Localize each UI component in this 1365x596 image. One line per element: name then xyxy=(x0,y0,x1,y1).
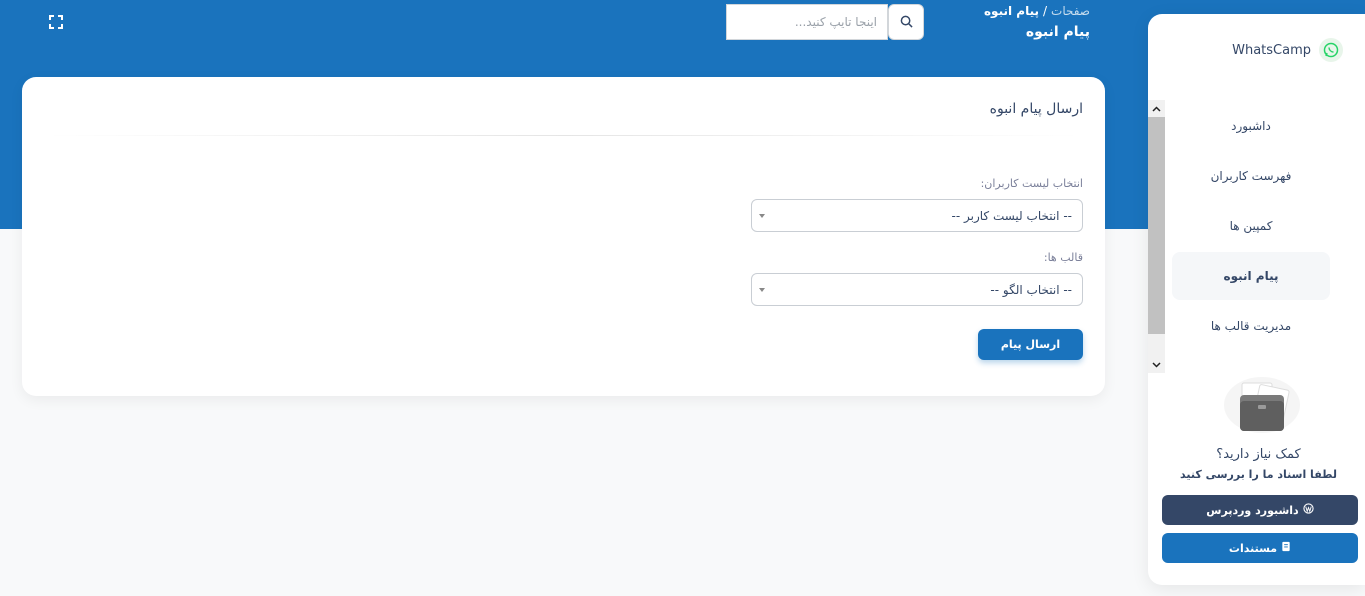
search-input[interactable] xyxy=(726,4,888,40)
sidebar-item-label: پیام انبوه xyxy=(1223,269,1279,283)
scroll-down-icon[interactable] xyxy=(1148,356,1165,373)
user-list-label: انتخاب لیست کاربران: xyxy=(980,177,1083,190)
template-label: قالب ها: xyxy=(1043,251,1083,264)
card-divider xyxy=(44,135,1083,136)
brand-name: WhatsCamp xyxy=(1232,42,1311,58)
sidebar-item-label: مدیریت قالب ها xyxy=(1210,319,1292,333)
documentation-label: مستندات xyxy=(1228,541,1278,555)
sidebar-item-users[interactable]: فهرست کاربران xyxy=(1172,152,1330,200)
sidebar-item-label: کمپین ها xyxy=(1229,219,1273,233)
template-select-value: -- انتخاب الگو -- xyxy=(990,282,1072,297)
fullscreen-icon[interactable] xyxy=(48,14,64,30)
sidebar-item-bulk-message[interactable]: پیام انبوه xyxy=(1172,252,1330,300)
search-box xyxy=(726,4,924,40)
scrollbar-thumb[interactable] xyxy=(1148,117,1165,334)
template-select[interactable]: -- انتخاب الگو -- xyxy=(751,273,1083,306)
chevron-down-icon xyxy=(759,214,765,218)
wordpress-icon xyxy=(1303,503,1314,517)
user-list-select[interactable]: -- انتخاب لیست کاربر -- xyxy=(751,199,1083,232)
scroll-up-icon[interactable] xyxy=(1148,100,1165,117)
sidebar-item-templates[interactable]: مدیریت قالب ها xyxy=(1172,302,1330,350)
search-button[interactable] xyxy=(888,4,924,40)
chevron-down-icon xyxy=(759,288,765,292)
sidebar-item-label: داشبورد xyxy=(1231,119,1271,133)
help-title: کمک نیاز دارید؟ xyxy=(1216,447,1301,462)
sidebar-item-label: فهرست کاربران xyxy=(1210,169,1292,183)
wordpress-dashboard-button[interactable]: داشبورد وردپرس xyxy=(1162,495,1358,525)
search-icon xyxy=(900,13,913,32)
help-illustration xyxy=(1220,375,1304,435)
wordpress-dashboard-label: داشبورد وردپرس xyxy=(1206,503,1299,517)
bulk-message-card: ارسال پیام انبوه انتخاب لیست کاربران: --… xyxy=(22,77,1105,396)
breadcrumb-current: پیام انبوه xyxy=(983,4,1039,18)
send-message-button[interactable]: ارسال پیام xyxy=(978,329,1083,360)
sidebar-nav: داشبورد فهرست کاربران کمپین ها پیام انبو… xyxy=(1148,100,1365,373)
breadcrumb-root[interactable]: صفحات xyxy=(1051,4,1090,18)
page-title: پیام انبوه xyxy=(1025,24,1090,40)
sidebar-scrollbar[interactable] xyxy=(1148,100,1165,373)
brand[interactable]: WhatsCamp xyxy=(1232,38,1343,62)
breadcrumb: صفحات / پیام انبوه xyxy=(984,4,1090,18)
card-title: ارسال پیام انبوه xyxy=(989,101,1083,117)
breadcrumb-separator: / xyxy=(1042,4,1048,18)
whatsapp-icon xyxy=(1319,38,1343,62)
documentation-button[interactable]: مستندات xyxy=(1162,533,1358,563)
sidebar-item-campaigns[interactable]: کمپین ها xyxy=(1172,202,1330,250)
sidebar-item-dashboard[interactable]: داشبورد xyxy=(1172,102,1330,150)
book-icon xyxy=(1281,541,1291,555)
help-subtitle: لطفا اسناد ما را بررسی کنید xyxy=(1180,468,1337,481)
user-list-select-value: -- انتخاب لیست کاربر -- xyxy=(951,208,1072,223)
